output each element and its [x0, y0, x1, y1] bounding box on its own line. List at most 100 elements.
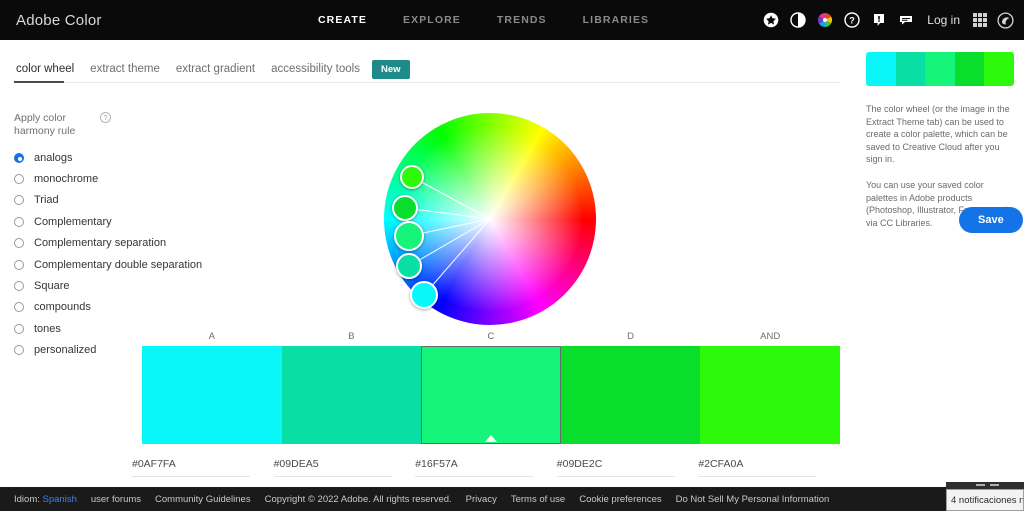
contrast-theme-icon[interactable] — [789, 12, 806, 29]
footer-link-cookie-preferences[interactable]: Cookie preferences — [579, 494, 661, 505]
preview-color-c — [925, 52, 955, 86]
radio-icon[interactable] — [14, 174, 24, 184]
tab-accessibility-tools[interactable]: accessibility tools — [271, 63, 360, 75]
footer-language: Idiom: Spanish — [14, 494, 77, 505]
harmony-rule-label-text: tones — [34, 323, 61, 335]
harmony-rule-analogs[interactable]: analogs — [14, 147, 214, 168]
new-badge: New — [372, 60, 410, 79]
active-tab-underline — [14, 81, 64, 83]
swatch-b[interactable] — [282, 346, 422, 444]
hex-value-row: #0AF7FA #09DEA5 #16F57A #09DE2C #2CFA0A — [132, 458, 840, 477]
harmony-rule-label-text: Triad — [34, 194, 59, 206]
hex-value-c[interactable]: #16F57A — [415, 458, 557, 470]
svg-text:?: ? — [849, 16, 855, 26]
toast-close-icon[interactable] — [990, 484, 999, 486]
harmony-rule-label-text: Square — [34, 280, 69, 292]
swatch-label-c: C — [421, 331, 561, 342]
color-wheel-icon[interactable] — [816, 12, 833, 29]
hex-value-b[interactable]: #09DEA5 — [274, 458, 416, 470]
hex-field-d[interactable]: #09DE2C — [557, 458, 699, 477]
star-icon[interactable] — [762, 12, 779, 29]
wheel-handle-b[interactable] — [396, 253, 422, 279]
harmony-rule-label-text: personalized — [34, 344, 96, 356]
harmony-rule-label-text: analogs — [34, 152, 73, 164]
radio-icon[interactable] — [14, 281, 24, 291]
harmony-rule-label: Apply color harmony rule — [14, 112, 106, 138]
toast-minimize-icon[interactable] — [976, 484, 985, 486]
radio-icon[interactable] — [14, 153, 24, 163]
harmony-rule-monochrome[interactable]: monochrome — [14, 168, 214, 189]
hex-field-c[interactable]: #16F57A — [415, 458, 557, 477]
selected-swatch-caret-icon — [485, 435, 497, 442]
login-button[interactable]: Log in — [927, 13, 960, 27]
hex-field-and[interactable]: #2CFA0A — [698, 458, 840, 477]
hex-underline — [698, 476, 816, 477]
nav-item-explore[interactable]: EXPLORE — [403, 14, 461, 26]
swatch-label-b: B — [282, 331, 422, 342]
hex-value-a[interactable]: #0AF7FA — [132, 458, 274, 470]
nav-item-trends[interactable]: TRENDS — [497, 14, 547, 26]
swatch-label-a: A — [142, 331, 282, 342]
nav-item-create[interactable]: CREATE — [318, 14, 367, 26]
footer-copyright: Copyright © 2022 Adobe. All rights reser… — [265, 494, 452, 505]
app-grid-icon[interactable] — [973, 13, 987, 27]
tab-extract-theme[interactable]: extract theme — [90, 63, 160, 75]
radio-icon[interactable] — [14, 238, 24, 248]
swatch-c[interactable] — [421, 346, 561, 444]
swatch-labels: A B C D AND — [142, 331, 840, 342]
top-header: Adobe Color CREATE EXPLORE TRENDS LIBRAR… — [0, 0, 1024, 40]
tab-extract-gradient[interactable]: extract gradient — [176, 63, 255, 75]
notification-toast-text: 4 notificaciones nue — [951, 495, 1024, 506]
palette-swatch-strip — [142, 346, 840, 444]
radio-icon[interactable] — [14, 217, 24, 227]
footer-link-do-not-sell[interactable]: Do Not Sell My Personal Information — [676, 494, 830, 505]
brand-logo[interactable]: Adobe Color — [16, 12, 102, 29]
harmony-rule-label-text: monochrome — [34, 173, 98, 185]
harmony-rule-triad[interactable]: Triad — [14, 190, 214, 211]
radio-icon[interactable] — [14, 260, 24, 270]
swatch-a[interactable] — [142, 346, 282, 444]
harmony-help-icon[interactable]: ? — [100, 112, 111, 123]
hex-field-a[interactable]: #0AF7FA — [132, 458, 274, 477]
nav-item-libraries[interactable]: LIBRARIES — [583, 14, 650, 26]
chat-icon[interactable] — [897, 12, 914, 29]
harmony-rule-complementary-separation[interactable]: Complementary separation — [14, 233, 214, 254]
preview-color-d — [955, 52, 985, 86]
footer-language-link[interactable]: Spanish — [43, 494, 77, 505]
help-icon[interactable]: ? — [843, 12, 860, 29]
hex-underline — [274, 476, 392, 477]
radio-icon[interactable] — [14, 302, 24, 312]
footer: Idiom: Spanish user forums Community Gui… — [0, 487, 1024, 511]
footer-link-privacy[interactable]: Privacy — [466, 494, 497, 505]
hex-value-d[interactable]: #09DE2C — [557, 458, 699, 470]
radio-icon[interactable] — [14, 195, 24, 205]
hex-field-b[interactable]: #09DEA5 — [274, 458, 416, 477]
swatch-label-and: AND — [700, 331, 840, 342]
harmony-rule-label-text: Complementary separation — [34, 237, 166, 249]
footer-link-user-forums[interactable]: user forums — [91, 494, 141, 505]
feedback-icon[interactable] — [870, 12, 887, 29]
footer-link-terms-of-use[interactable]: Terms of use — [511, 494, 565, 505]
notification-toast[interactable]: 4 notificaciones nue — [946, 489, 1024, 511]
footer-link-community-guidelines[interactable]: Community Guidelines — [155, 494, 251, 505]
wheel-handle-and[interactable] — [400, 165, 424, 189]
harmony-rule-complementary[interactable]: Complementary — [14, 211, 214, 232]
toast-titlebar — [946, 482, 1024, 489]
harmony-rule-square[interactable]: Square — [14, 275, 214, 296]
harmony-rule-compounds[interactable]: compounds — [14, 297, 214, 318]
save-button[interactable]: Save — [959, 207, 1023, 233]
hex-value-and[interactable]: #2CFA0A — [698, 458, 840, 470]
radio-icon[interactable] — [14, 324, 24, 334]
swatch-label-d: D — [561, 331, 701, 342]
wheel-handle-c-selected[interactable] — [394, 221, 424, 251]
radio-icon[interactable] — [14, 345, 24, 355]
harmony-rule-complementary-double-separation[interactable]: Complementary double separation — [14, 254, 214, 275]
wheel-handle-a[interactable] — [410, 281, 438, 309]
tab-color-wheel[interactable]: color wheel — [16, 63, 74, 75]
preview-color-b — [896, 52, 926, 86]
color-wheel[interactable] — [384, 113, 596, 325]
swatch-d[interactable] — [561, 346, 701, 444]
creative-cloud-icon[interactable] — [997, 12, 1014, 29]
wheel-handle-d[interactable] — [392, 195, 418, 221]
swatch-and[interactable] — [700, 346, 840, 444]
